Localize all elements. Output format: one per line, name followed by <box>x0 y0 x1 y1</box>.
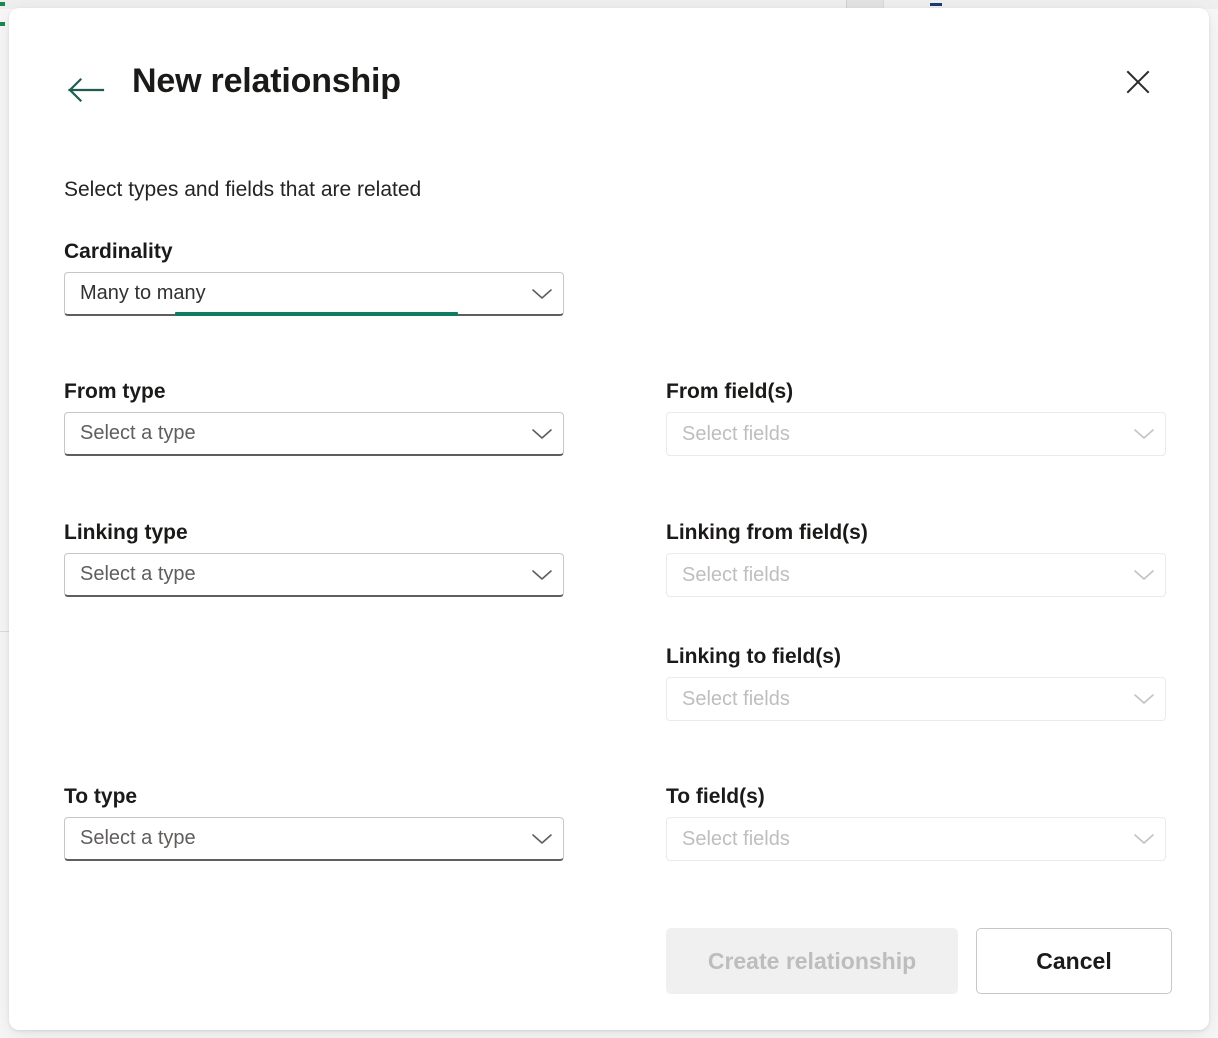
close-button[interactable] <box>1117 62 1159 104</box>
label-to-fields: To field(s) <box>666 785 1166 808</box>
field-group-from-fields: From field(s) Select fields <box>666 380 1166 456</box>
cardinality-dropdown[interactable]: Many to many <box>64 272 564 316</box>
to-fields-dropdown: Select fields <box>666 817 1166 861</box>
label-cardinality: Cardinality <box>64 240 564 263</box>
field-group-linking-from-fields: Linking from field(s) Select fields <box>666 521 1166 597</box>
from-type-dropdown-placeholder: Select a type <box>65 422 521 445</box>
chevron-down-icon <box>1123 568 1165 582</box>
to-type-dropdown[interactable]: Select a type <box>64 817 564 861</box>
from-fields-dropdown-placeholder: Select fields <box>667 423 1123 446</box>
linking-type-dropdown[interactable]: Select a type <box>64 553 564 597</box>
back-button[interactable] <box>67 70 113 110</box>
field-group-from-type: From type Select a type <box>64 380 564 456</box>
new-relationship-dialog: New relationship Select types and fields… <box>9 8 1209 1030</box>
label-from-type: From type <box>64 380 564 403</box>
field-group-cardinality: Cardinality Many to many <box>64 240 564 316</box>
chevron-down-icon <box>521 427 563 441</box>
arrow-left-icon <box>67 76 107 104</box>
page-title: New relationship <box>132 62 401 101</box>
close-icon <box>1125 69 1151 98</box>
background-rail-mark-top <box>0 2 5 6</box>
label-linking-type: Linking type <box>64 521 564 544</box>
chevron-down-icon <box>521 287 563 301</box>
field-group-linking-to-fields: Linking to field(s) Select fields <box>666 645 1166 721</box>
field-group-linking-type: Linking type Select a type <box>64 521 564 597</box>
linking-to-fields-dropdown: Select fields <box>666 677 1166 721</box>
background-tab-indicator <box>930 3 942 6</box>
field-group-to-type: To type Select a type <box>64 785 564 861</box>
chevron-down-icon <box>1123 832 1165 846</box>
dialog-subtitle: Select types and fields that are related <box>64 178 421 202</box>
chevron-down-icon <box>521 832 563 846</box>
chevron-down-icon <box>1123 427 1165 441</box>
from-type-dropdown[interactable]: Select a type <box>64 412 564 456</box>
background-rail-mark-second <box>0 22 5 26</box>
dialog-footer: Create relationship Cancel <box>666 928 1172 994</box>
label-to-type: To type <box>64 785 564 808</box>
linking-from-fields-dropdown-placeholder: Select fields <box>667 564 1123 587</box>
label-linking-from-fields: Linking from field(s) <box>666 521 1166 544</box>
create-relationship-button: Create relationship <box>666 928 958 994</box>
label-from-fields: From field(s) <box>666 380 1166 403</box>
chevron-down-icon <box>1123 692 1165 706</box>
dialog-header: New relationship <box>9 8 1209 148</box>
linking-type-dropdown-placeholder: Select a type <box>65 563 521 586</box>
to-type-dropdown-placeholder: Select a type <box>65 827 521 850</box>
from-fields-dropdown: Select fields <box>666 412 1166 456</box>
linking-to-fields-dropdown-placeholder: Select fields <box>667 688 1123 711</box>
linking-from-fields-dropdown: Select fields <box>666 553 1166 597</box>
cardinality-dropdown-value: Many to many <box>65 282 521 305</box>
label-linking-to-fields: Linking to field(s) <box>666 645 1166 668</box>
chevron-down-icon <box>521 568 563 582</box>
focus-underline <box>175 312 458 316</box>
cancel-button[interactable]: Cancel <box>976 928 1172 994</box>
field-group-to-fields: To field(s) Select fields <box>666 785 1166 861</box>
to-fields-dropdown-placeholder: Select fields <box>667 828 1123 851</box>
